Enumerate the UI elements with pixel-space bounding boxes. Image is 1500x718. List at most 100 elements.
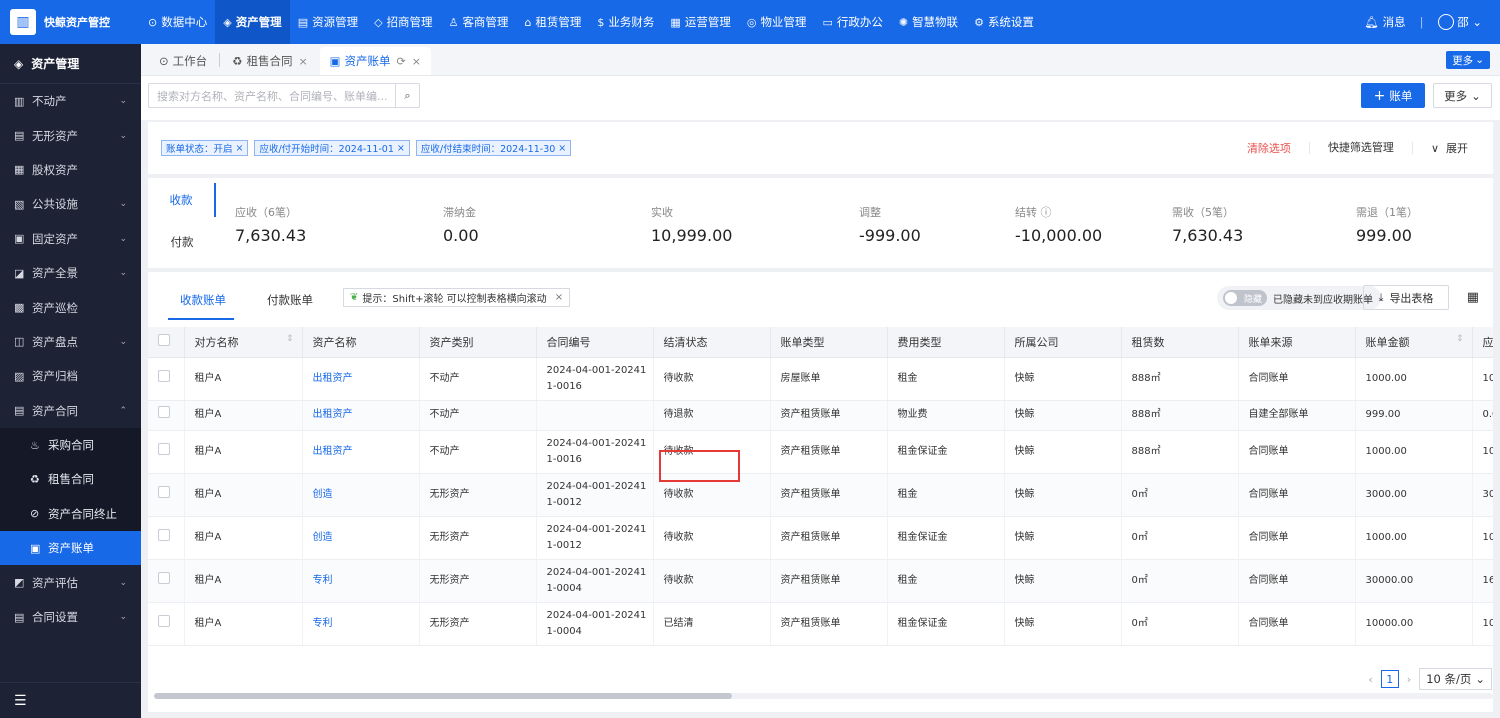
table-row[interactable]: 租户A 出租资产 不动产 待退款 资产租赁账单 物业费 快鲸 888㎡ 自建全部账单 999.00… <box>148 400 1493 431</box>
filter-chip[interactable]: 账单状态：开启 × <box>161 140 249 156</box>
refresh-icon[interactable]: ⟳ <box>397 55 406 68</box>
scrollbar-thumb[interactable] <box>154 693 732 699</box>
tab-payable-bills[interactable]: 付款账单 <box>267 292 313 308</box>
clear-filters-link[interactable]: 清除选项 <box>1229 140 1309 156</box>
close-icon[interactable]: × <box>236 143 244 154</box>
sort-icon[interactable]: ⇕ <box>286 334 294 344</box>
column-header[interactable]: 资产类别 <box>419 327 537 358</box>
asset-name-link[interactable]: 专利 <box>313 575 333 586</box>
topnav-item-3[interactable]: ◇ 招商管理 <box>366 0 440 44</box>
table-cell[interactable]: 专利 <box>302 602 420 646</box>
asset-name-link[interactable]: 出租资产 <box>313 446 353 457</box>
topnav-item-8[interactable]: ◎ 物业管理 <box>739 0 815 44</box>
column-header[interactable]: 资产名称 <box>302 327 420 358</box>
hide-future-bills-toggle[interactable]: 隐藏 <box>1223 290 1267 306</box>
filter-chip[interactable]: 应收/付开始时间：2024-11-01 × <box>254 140 410 156</box>
column-header[interactable]: 应 <box>1472 327 1493 358</box>
sidebar-item[interactable]: ◪ 资产全景 ⌄ <box>0 256 141 290</box>
close-icon[interactable]: × <box>555 292 563 303</box>
table-cell[interactable]: 创造 <box>302 516 420 560</box>
user-menu[interactable]: 邵 ⌄ <box>1437 14 1482 31</box>
search-button[interactable]: ⌕ <box>395 84 419 107</box>
add-bill-button[interactable]: + 账单 <box>1361 83 1425 108</box>
table-cell[interactable]: 出租资产 <box>302 357 420 401</box>
sidebar-item[interactable]: ▤ 资产合同 ⌃ <box>0 394 141 428</box>
quick-filter-manage-link[interactable]: 快捷筛选管理 <box>1308 142 1413 154</box>
page-number[interactable]: 1 <box>1380 670 1399 688</box>
column-settings-icon[interactable]: ▦ <box>1467 290 1479 305</box>
search-field[interactable]: 搜索对方名称、资产名称、合同编号、账单编... ⌕ <box>148 83 420 108</box>
row-checkbox[interactable] <box>158 369 170 382</box>
column-header[interactable]: 费用类型 <box>887 327 1005 358</box>
column-header[interactable]: 所属公司 <box>1004 327 1122 358</box>
sidebar-item[interactable]: ▧ 公共设施 ⌄ <box>0 187 141 221</box>
tab-receivable-bills[interactable]: 收款账单 <box>180 292 226 308</box>
sidebar-item[interactable]: ▤ 合同设置 ⌄ <box>0 600 141 634</box>
collapse-sidebar-button[interactable]: ☰ <box>0 682 141 718</box>
asset-name-link[interactable]: 创造 <box>313 489 333 500</box>
more-actions-button[interactable]: 更多 ⌄ <box>1433 83 1492 108</box>
close-icon[interactable]: × <box>298 55 307 68</box>
table-row[interactable]: 租户A 创造 无形资产 2024-04-001-202411-0012 待收款 资产租赁账… <box>148 473 1493 517</box>
page-size-select[interactable]: 10 条/页 ⌄ <box>1419 668 1492 690</box>
summary-tab-receive[interactable]: 收款 <box>148 183 216 217</box>
topnav-item-6[interactable]: $ 业务财务 <box>589 0 662 44</box>
tab-1[interactable]: ♻ 租售合同 × <box>222 47 318 75</box>
topnav-item-10[interactable]: ✺ 智慧物联 <box>891 0 966 44</box>
sidebar-item[interactable]: ▨ 资产归档 <box>0 359 141 393</box>
table-cell[interactable]: 出租资产 <box>302 430 420 474</box>
asset-name-link[interactable]: 出租资产 <box>313 373 353 384</box>
asset-name-link[interactable]: 创造 <box>313 532 333 543</box>
filter-chip[interactable]: 应收/付结束时间：2024-11-30 × <box>415 140 572 156</box>
sidebar-item[interactable]: ▥ 不动产 ⌄ <box>0 84 141 118</box>
sidebar-item[interactable]: ▦ 股权资产 <box>0 153 141 187</box>
horizontal-scrollbar[interactable] <box>154 693 1493 699</box>
tab-0[interactable]: ⊙ 工作台 <box>149 47 217 75</box>
tab-more-button[interactable]: 更多 ⌄ <box>1446 51 1490 69</box>
row-checkbox[interactable] <box>158 614 170 627</box>
column-header[interactable]: 结清状态 <box>653 327 771 358</box>
table-cell[interactable]: 出租资产 <box>302 400 420 431</box>
asset-name-link[interactable]: 出租资产 <box>313 409 353 420</box>
column-header[interactable]: 账单来源 <box>1238 327 1356 358</box>
asset-name-link[interactable]: 专利 <box>313 618 333 629</box>
sidebar-item[interactable]: ◩ 资产评估 ⌄ <box>0 565 141 599</box>
column-header[interactable]: 租赁数 <box>1121 327 1239 358</box>
export-table-button[interactable]: ⤓ 导出表格 <box>1363 285 1449 310</box>
topnav-item-5[interactable]: ⌂ 租赁管理 <box>516 0 589 44</box>
sidebar-item[interactable]: ▤ 无形资产 ⌄ <box>0 118 141 152</box>
topnav-item-11[interactable]: ⚙ 系统设置 <box>966 0 1042 44</box>
sidebar-subitem[interactable]: ⊘ 资产合同终止 <box>0 496 141 532</box>
column-header[interactable]: 对方名称 ⇕ <box>184 327 303 358</box>
close-icon[interactable]: × <box>412 55 421 68</box>
table-cell[interactable]: 创造 <box>302 473 420 517</box>
search-input[interactable]: 搜索对方名称、资产名称、合同编号、账单编... <box>149 88 395 104</box>
next-page-icon[interactable]: › <box>1407 673 1411 686</box>
column-header[interactable]: 账单类型 <box>770 327 888 358</box>
row-checkbox[interactable] <box>158 571 170 584</box>
close-icon[interactable]: × <box>558 143 566 154</box>
column-header[interactable]: 账单金额 ⇕ <box>1355 327 1473 358</box>
row-checkbox[interactable] <box>158 406 170 418</box>
topnav-item-9[interactable]: ▭ 行政办公 <box>814 0 890 44</box>
sort-icon[interactable]: ⇕ <box>1456 334 1464 344</box>
table-row[interactable]: 租户A 专利 无形资产 2024-04-001-202411-0004 待收款 资产租赁账… <box>148 559 1493 603</box>
table-row[interactable]: 租户A 专利 无形资产 2024-04-001-202411-0004 已结清 资产租赁账… <box>148 602 1493 646</box>
summary-tab-pay[interactable]: 付款 <box>148 225 216 259</box>
table-row[interactable]: 租户A 出租资产 不动产 2024-04-001-202411-0016 待收款 房屋账单… <box>148 357 1493 401</box>
sidebar-subitem[interactable]: ♨ 采购合同 <box>0 427 141 463</box>
table-cell[interactable]: 专利 <box>302 559 420 603</box>
topnav-item-7[interactable]: ▦ 运营管理 <box>662 0 738 44</box>
topnav-item-2[interactable]: ▤ 资源管理 <box>290 0 366 44</box>
select-all-checkbox[interactable] <box>158 334 170 347</box>
topnav-item-4[interactable]: ♙ 客商管理 <box>441 0 517 44</box>
topnav-item-0[interactable]: ⊙ 数据中心 <box>140 0 215 44</box>
topnav-item-1[interactable]: ◈ 资产管理 <box>215 0 290 44</box>
expand-filters-link[interactable]: ∨ 展开 <box>1413 140 1493 156</box>
tab-2[interactable]: ▣ 资产账单 ⟳ × <box>319 47 431 75</box>
sidebar-subitem[interactable]: ♻ 租售合同 <box>0 462 141 497</box>
row-checkbox[interactable] <box>158 442 170 455</box>
table-row[interactable]: 租户A 创造 无形资产 2024-04-001-202411-0012 待收款 资产租赁账… <box>148 516 1493 560</box>
sidebar-item[interactable]: ▣ 固定资产 ⌄ <box>0 222 141 256</box>
close-icon[interactable]: × <box>397 143 405 154</box>
